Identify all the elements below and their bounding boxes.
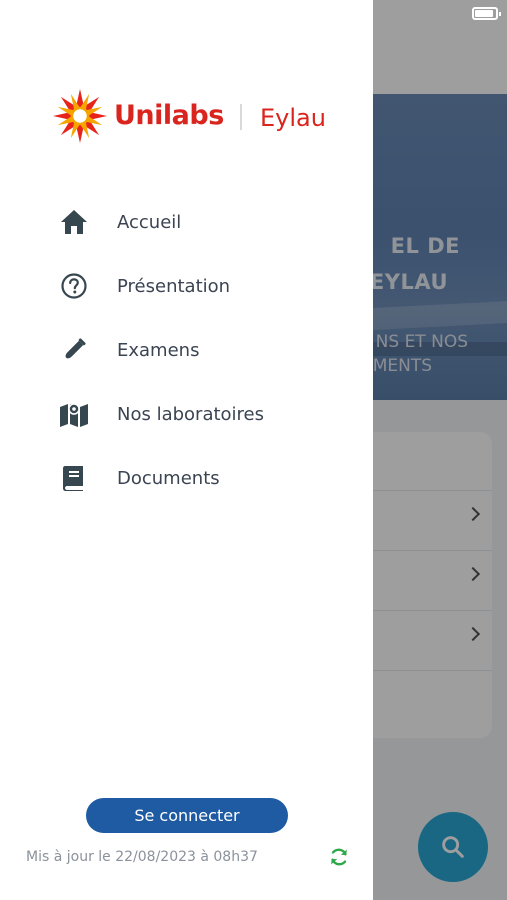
brand-site-name: Eylau: [260, 104, 326, 132]
menu-item-nos-laboratoires[interactable]: Nos laboratoires: [0, 382, 373, 446]
brand-logo: Unilabs Eylau: [52, 88, 332, 144]
login-button[interactable]: Se connecter: [86, 798, 288, 833]
navigation-drawer: Unilabs Eylau Accueil Présentation Exame…: [0, 0, 373, 900]
menu-item-examens[interactable]: Examens: [0, 318, 373, 382]
test-tube-icon: [58, 334, 90, 366]
home-icon: [58, 206, 90, 238]
sun-logo-icon: [53, 89, 107, 143]
brand-name: Unilabs: [114, 100, 224, 131]
menu-item-label: Accueil: [117, 211, 182, 233]
menu-item-accueil[interactable]: Accueil: [0, 190, 373, 254]
refresh-icon[interactable]: [328, 846, 350, 868]
menu-item-label: Documents: [117, 467, 220, 489]
menu-item-label: Examens: [117, 339, 200, 361]
map-icon: [58, 398, 90, 430]
logo-divider: [240, 104, 242, 130]
menu-item-documents[interactable]: Documents: [0, 446, 373, 510]
book-icon: [58, 462, 90, 494]
menu-item-label: Nos laboratoires: [117, 403, 265, 425]
menu-item-presentation[interactable]: Présentation: [0, 254, 373, 318]
battery-icon: [472, 7, 501, 20]
menu-item-label: Présentation: [117, 275, 231, 297]
last-updated-text: Mis à jour le 22/08/2023 à 08h37: [26, 849, 258, 865]
question-circle-icon: [58, 270, 90, 302]
